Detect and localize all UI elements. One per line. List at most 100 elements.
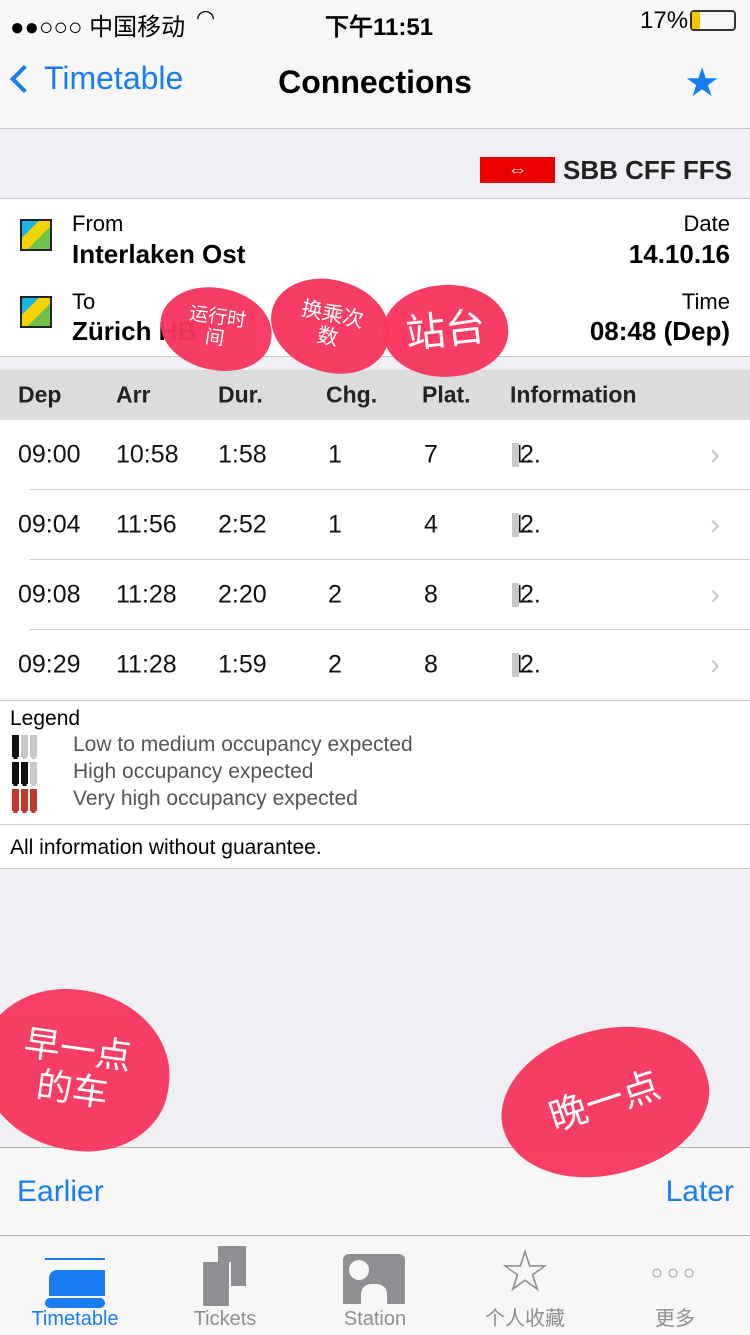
status-bar: ●●○○○ 中国移动 ◠ 下午11:51 17% <box>0 0 750 41</box>
person-icon <box>30 762 37 784</box>
cell-chg: 2 <box>328 650 342 679</box>
annotation-earlier: 早一点的车 <box>0 977 181 1163</box>
cell-dur: 2:20 <box>218 580 267 609</box>
legend-label: High occupancy expected <box>73 760 314 783</box>
disclaimer: All information without guarantee. <box>0 826 750 869</box>
map-icon <box>20 219 52 251</box>
person-icon <box>21 735 28 757</box>
date-label: Date <box>683 211 730 236</box>
legend-item: Low to medium occupancy expected <box>12 733 413 757</box>
connection-row[interactable]: 09:08 11:28 2:20 2 8 1. 2. › <box>0 560 750 630</box>
tab-label: Timetable <box>31 1308 119 1330</box>
person-icon <box>30 789 37 811</box>
legend-label: Very high occupancy expected <box>73 787 358 810</box>
tab-label: Station <box>343 1308 407 1330</box>
cell-dur: 1:59 <box>218 650 267 679</box>
tab-bar: Timetable Tickets Station ☆ 个人收藏 ○○○ 更多 <box>0 1212 750 1335</box>
legend-item: High occupancy expected <box>12 760 314 784</box>
person-icon <box>30 735 37 757</box>
person-icon <box>512 443 519 467</box>
cell-dep: 09:29 <box>18 650 81 679</box>
station-clock-icon <box>343 1254 405 1304</box>
chevron-right-icon: › <box>710 438 720 471</box>
person-icon <box>512 653 519 677</box>
page-title: Connections <box>278 64 472 100</box>
person-icon <box>21 789 28 811</box>
class-2-label: 2. <box>520 580 541 609</box>
person-icon <box>12 789 19 811</box>
occupancy-icon <box>12 733 37 757</box>
connection-row[interactable]: 09:29 11:28 1:59 2 8 1. 2. › <box>0 630 750 700</box>
header-dep: Dep <box>18 381 62 408</box>
cell-dur: 2:52 <box>218 510 267 539</box>
sbb-logo-icon: ⇔ <box>480 157 555 183</box>
tab-timetable[interactable]: Timetable <box>0 1212 150 1335</box>
chevron-right-icon: › <box>710 648 720 681</box>
brand-band: ⇔ SBB CFF FFS <box>0 129 750 199</box>
star-outline-icon: ☆ <box>499 1239 551 1304</box>
class-2-label: 2. <box>520 650 541 679</box>
disclaimer-text: All information without guarantee. <box>10 836 322 859</box>
cell-chg: 2 <box>328 580 342 609</box>
chevron-right-icon: › <box>710 508 720 541</box>
cell-dep: 09:00 <box>18 440 81 469</box>
cell-dep: 09:04 <box>18 510 81 539</box>
brand-logo-text: SBB CFF FFS <box>563 155 732 185</box>
header-arr: Arr <box>116 381 151 408</box>
annotation-text: 运行时间 <box>187 303 248 351</box>
cell-dep: 09:08 <box>18 580 81 609</box>
legend-label: Low to medium occupancy expected <box>73 733 413 756</box>
occupancy-icon <box>12 787 37 811</box>
tab-label: 更多 <box>655 1308 695 1330</box>
earlier-button[interactable]: Earlier <box>17 1175 104 1209</box>
connection-row[interactable]: 09:04 11:56 2:52 1 4 1. 2. › <box>0 490 750 560</box>
header-information: Information <box>510 381 637 408</box>
connections-list: 09:00 10:58 1:58 1 7 1. 2. › 09:04 11:56 2:52 1 4 1. 2… <box>0 420 750 701</box>
person-icon <box>12 762 19 784</box>
tab-more[interactable]: ○○○ 更多 <box>600 1236 750 1335</box>
nav-bar: Timetable Connections ★ <box>0 40 750 129</box>
carrier: ●●○○○ 中国移动 <box>10 14 186 41</box>
class-2-label: 2. <box>520 440 541 469</box>
train-icon <box>45 1258 105 1308</box>
time-label: Time <box>681 289 730 314</box>
cell-chg: 1 <box>328 440 342 469</box>
legend: Legend Low to medium occupancy expected H… <box>0 701 750 825</box>
tab-tickets[interactable]: Tickets <box>150 1236 300 1335</box>
from-station: Interlaken Ost <box>72 239 246 269</box>
chevron-right-icon: › <box>710 578 720 611</box>
legend-item: Very high occupancy expected <box>12 787 358 811</box>
annotation-text: 换乘次数 <box>299 296 366 351</box>
person-icon <box>12 735 19 757</box>
header-dur: Dur. <box>218 381 263 408</box>
annotation-text: 早一点的车 <box>21 1022 135 1115</box>
date-value: 14.10.16 <box>628 239 730 269</box>
later-button[interactable]: Later <box>666 1175 734 1209</box>
cell-plat: 8 <box>424 580 438 609</box>
annotation-text: 晚一点 <box>544 1064 666 1140</box>
from-label: From <box>72 211 124 236</box>
table-header: Dep Arr Dur. Chg. Plat. Information <box>0 370 750 420</box>
cell-arr: 10:58 <box>116 440 179 469</box>
cell-arr: 11:56 <box>116 510 177 539</box>
to-label: To <box>72 289 96 314</box>
person-icon <box>512 513 519 537</box>
tab-label: Tickets <box>193 1308 257 1330</box>
header-chg: Chg. <box>326 381 378 408</box>
occupancy-icon <box>12 760 37 784</box>
cell-plat: 7 <box>424 440 438 469</box>
cell-plat: 4 <box>424 510 438 539</box>
star-icon[interactable]: ★ <box>684 60 720 106</box>
battery-icon <box>690 10 736 31</box>
annotation-text: 站台 <box>403 304 488 358</box>
battery-percent: 17% <box>640 7 689 34</box>
cell-chg: 1 <box>328 510 342 539</box>
header-plat: Plat. <box>422 381 471 408</box>
tab-favorites[interactable]: ☆ 个人收藏 <box>450 1236 600 1335</box>
map-icon <box>20 296 52 328</box>
class-2-label: 2. <box>520 510 541 539</box>
tab-label: 个人收藏 <box>485 1308 565 1330</box>
tab-station[interactable]: Station <box>300 1236 450 1335</box>
cell-dur: 1:58 <box>218 440 267 469</box>
connection-row[interactable]: 09:00 10:58 1:58 1 7 1. 2. › <box>0 420 750 490</box>
